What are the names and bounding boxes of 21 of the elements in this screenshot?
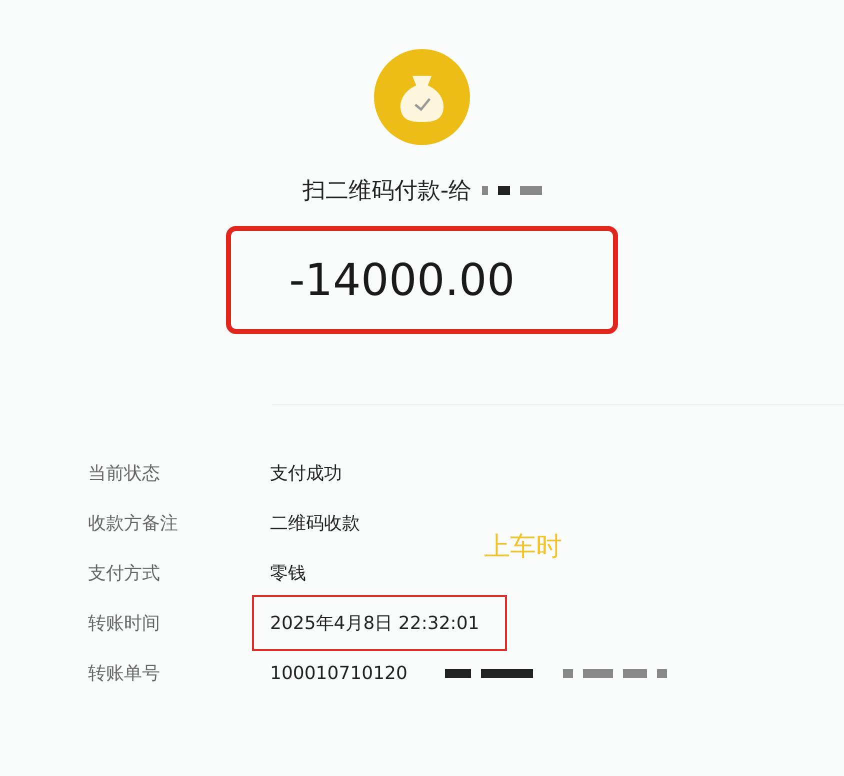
field-value: 支付成功 — [269, 462, 343, 486]
redaction-mark — [498, 186, 510, 195]
payment-title: 扫二维码付款-给 — [302, 177, 472, 206]
redaction-mark — [563, 668, 574, 678]
redaction-mark — [657, 668, 668, 678]
field-value: 零钱 — [269, 562, 307, 586]
money-bag-icon — [374, 49, 470, 145]
field-value: 2025年4月8日 22:32:01 — [252, 595, 508, 651]
field-label: 转账时间 — [88, 612, 161, 635]
redaction-mark — [583, 668, 614, 678]
field-value: 100010710120 — [269, 662, 408, 686]
field-label: 支付方式 — [88, 562, 161, 585]
redaction-mark — [481, 668, 534, 678]
annotation-text: 上车时 — [484, 531, 562, 564]
field-label: 转账单号 — [88, 662, 161, 685]
field-label: 收款方备注 — [88, 512, 179, 535]
redaction-mark — [520, 186, 542, 195]
field-label: 当前状态 — [88, 462, 161, 485]
field-value: 二维码收款 — [269, 512, 361, 536]
redaction-mark — [623, 668, 648, 678]
payment-amount: -14000.00 — [226, 226, 618, 334]
